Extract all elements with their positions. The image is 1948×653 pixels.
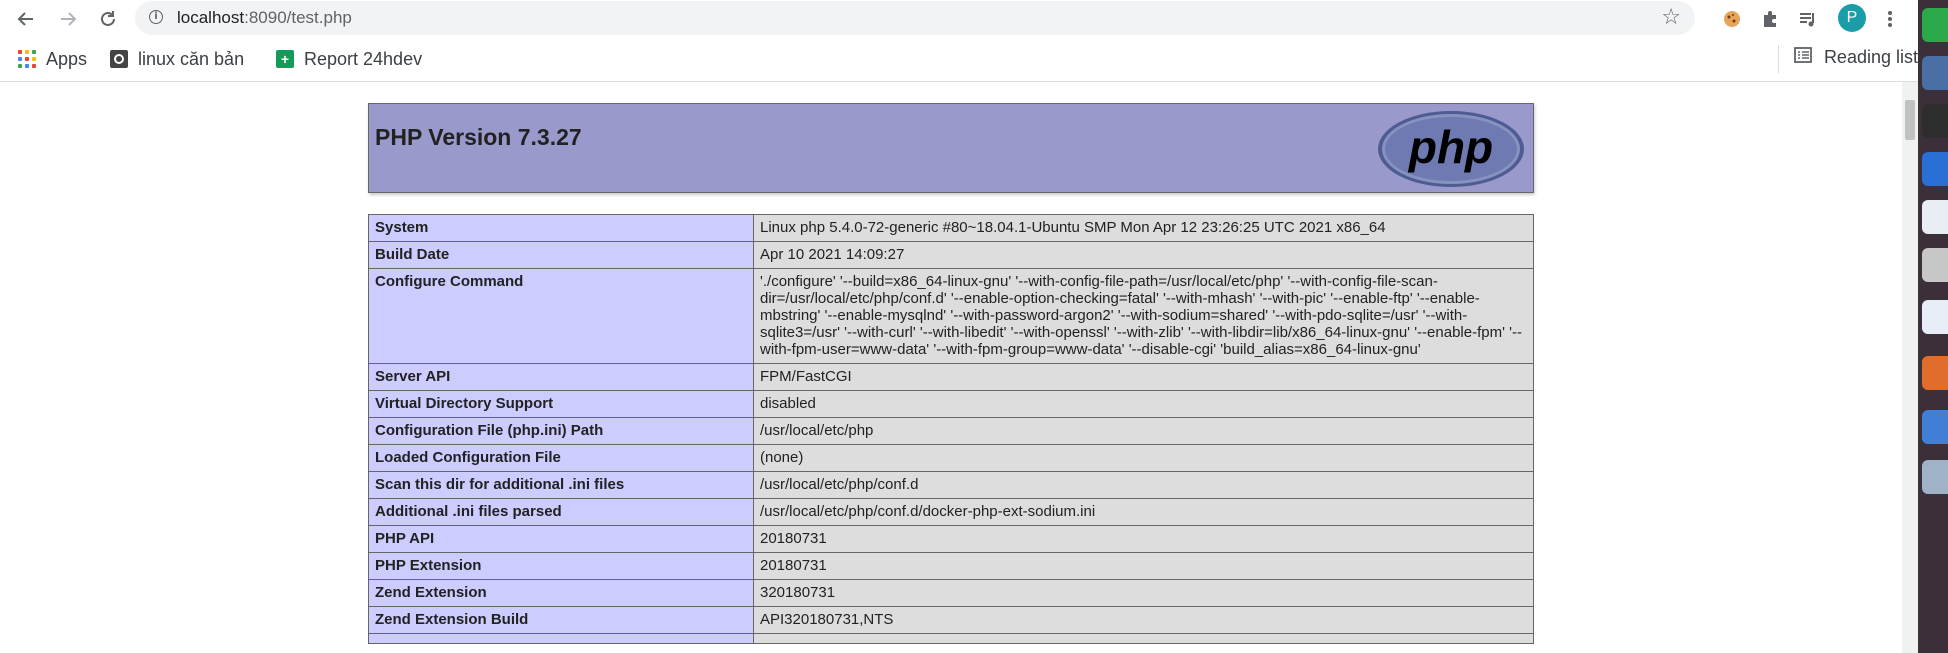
dock-vscode-icon[interactable] xyxy=(1922,152,1948,186)
table-row: Additional .ini files parsed/usr/local/e… xyxy=(368,498,1534,526)
dock-app-icon[interactable] xyxy=(1922,200,1948,234)
table-row xyxy=(368,633,1534,644)
dock-app-icon[interactable] xyxy=(1922,56,1948,90)
row-value: API320180731,NTS xyxy=(753,606,1534,634)
row-key: Build Date xyxy=(368,241,754,269)
row-key: Virtual Directory Support xyxy=(368,390,754,418)
url-path: :8090/test.php xyxy=(244,8,352,27)
row-value: Linux php 5.4.0-72-generic #80~18.04.1-U… xyxy=(753,214,1534,242)
reading-list-label: Reading list xyxy=(1823,47,1918,67)
row-key: Zend Extension xyxy=(368,579,754,607)
bookmark-apps[interactable]: Apps xyxy=(18,47,87,71)
dock-app-icon[interactable] xyxy=(1922,410,1948,444)
forward-arrow-icon[interactable] xyxy=(54,5,82,33)
media-queue-icon[interactable] xyxy=(1794,5,1822,33)
table-row: Zend Extension Build API320180731,NTS xyxy=(368,606,1534,634)
row-value xyxy=(753,633,1534,644)
reading-list-icon xyxy=(1794,47,1812,68)
dock-app-icon[interactable] xyxy=(1922,356,1948,390)
row-value: FPM/FastCGI xyxy=(753,363,1534,391)
row-key: Configure Command xyxy=(368,268,754,364)
site-info-icon[interactable]: i xyxy=(149,10,163,24)
php-logo-text: php xyxy=(1407,121,1493,173)
menu-kebab-icon[interactable] xyxy=(1876,5,1904,33)
row-key: PHP Extension xyxy=(368,552,754,580)
row-value: 20180731 xyxy=(753,525,1534,553)
row-key: Additional .ini files parsed xyxy=(368,498,754,526)
address-url[interactable]: localhost:8090/test.php xyxy=(177,8,352,28)
row-value: './configure' '--build=x86_64-linux-gnu'… xyxy=(753,268,1534,364)
sheets-plus-icon: + xyxy=(276,50,294,68)
page-content: PHP Version 7.3.27 php System Linux php 5… xyxy=(0,82,1902,653)
table-row: Scan this dir for additional .ini files /… xyxy=(368,471,1534,499)
back-arrow-icon[interactable] xyxy=(12,5,40,33)
bookmark-label: Apps xyxy=(46,48,88,69)
extensions-puzzle-icon[interactable] xyxy=(1756,5,1784,33)
table-row: Server API FPM/FastCGI xyxy=(368,363,1534,391)
cookie-extension-icon[interactable] xyxy=(1718,5,1746,33)
row-key: Scan this dir for additional .ini files xyxy=(368,471,754,499)
address-bar[interactable]: i localhost:8090/test.php ☆ xyxy=(135,1,1695,35)
row-value: (none) xyxy=(753,444,1534,472)
browser-toolbar: i localhost:8090/test.php ☆ P xyxy=(0,0,1918,38)
desktop-dock xyxy=(1918,0,1948,653)
table-row: Build Date Apr 10 2021 14:09:27 xyxy=(368,241,1534,269)
row-value: disabled xyxy=(753,390,1534,418)
php-version-header: PHP Version 7.3.27 php xyxy=(368,103,1534,193)
php-info-table: System Linux php 5.4.0-72-generic #80~18.… xyxy=(368,214,1534,644)
page-scrollbar[interactable] xyxy=(1902,82,1918,653)
bookmark-star-icon[interactable]: ☆ xyxy=(1661,5,1681,30)
reading-list-button[interactable]: Reading list xyxy=(1777,45,1918,73)
dock-app-icon[interactable] xyxy=(1922,8,1948,42)
row-key: Loaded Configuration File xyxy=(368,444,754,472)
row-key: Server API xyxy=(368,363,754,391)
bookmark-divider xyxy=(1777,45,1779,73)
row-value: 20180731 xyxy=(753,552,1534,580)
table-row: Zend Extension 320180731 xyxy=(368,579,1534,607)
dock-app-icon[interactable] xyxy=(1922,460,1948,494)
reload-icon[interactable] xyxy=(94,5,122,33)
row-value: 320180731 xyxy=(753,579,1534,607)
dock-terminal-icon[interactable] xyxy=(1922,104,1948,138)
info-table-body: System Linux php 5.4.0-72-generic #80~18.… xyxy=(368,214,1534,644)
bookmark-linux-can-ban[interactable]: linux căn bản xyxy=(110,47,244,71)
bookmarks-bar: Apps linux căn bản + Report 24hdev Readi… xyxy=(0,38,1918,82)
row-value: /usr/local/etc/php/conf.d xyxy=(753,471,1534,499)
apps-grid-icon xyxy=(18,50,36,68)
row-value: /usr/local/etc/php xyxy=(753,417,1534,445)
dock-files-icon[interactable] xyxy=(1922,248,1948,282)
profile-avatar[interactable]: P xyxy=(1838,4,1866,32)
row-key: Zend Extension Build xyxy=(368,606,754,634)
bookmark-report-24hdev[interactable]: + Report 24hdev xyxy=(276,47,422,71)
page-title: PHP Version 7.3.27 xyxy=(375,124,582,150)
table-row: System Linux php 5.4.0-72-generic #80~18.… xyxy=(368,214,1534,242)
bookmark-label: linux căn bản xyxy=(138,48,245,69)
row-value: Apr 10 2021 14:09:27 xyxy=(753,241,1534,269)
table-row: PHP Extension 20180731 xyxy=(368,552,1534,580)
table-row: Virtual Directory Support disabled xyxy=(368,390,1534,418)
bookmark-label: Report 24hdev xyxy=(304,48,423,69)
dock-document-icon[interactable] xyxy=(1922,300,1948,334)
table-row: Loaded Configuration File (none) xyxy=(368,444,1534,472)
table-row: PHP API 20180731 xyxy=(368,525,1534,553)
row-key: PHP API xyxy=(368,525,754,553)
php-logo-icon: php xyxy=(1378,111,1524,187)
table-row: Configuration File (php.ini) Path/usr/lo… xyxy=(368,417,1534,445)
row-key: Configuration File (php.ini) Path xyxy=(368,417,754,445)
table-row: Configure Command './configure' '--build=… xyxy=(368,268,1534,364)
url-host: localhost xyxy=(177,8,245,27)
row-key: System xyxy=(368,214,754,242)
github-folder-icon xyxy=(110,50,128,68)
row-value: /usr/local/etc/php/conf.d/docker-php-ext… xyxy=(753,498,1534,526)
row-key xyxy=(368,633,754,644)
scrollbar-thumb[interactable] xyxy=(1905,100,1915,140)
